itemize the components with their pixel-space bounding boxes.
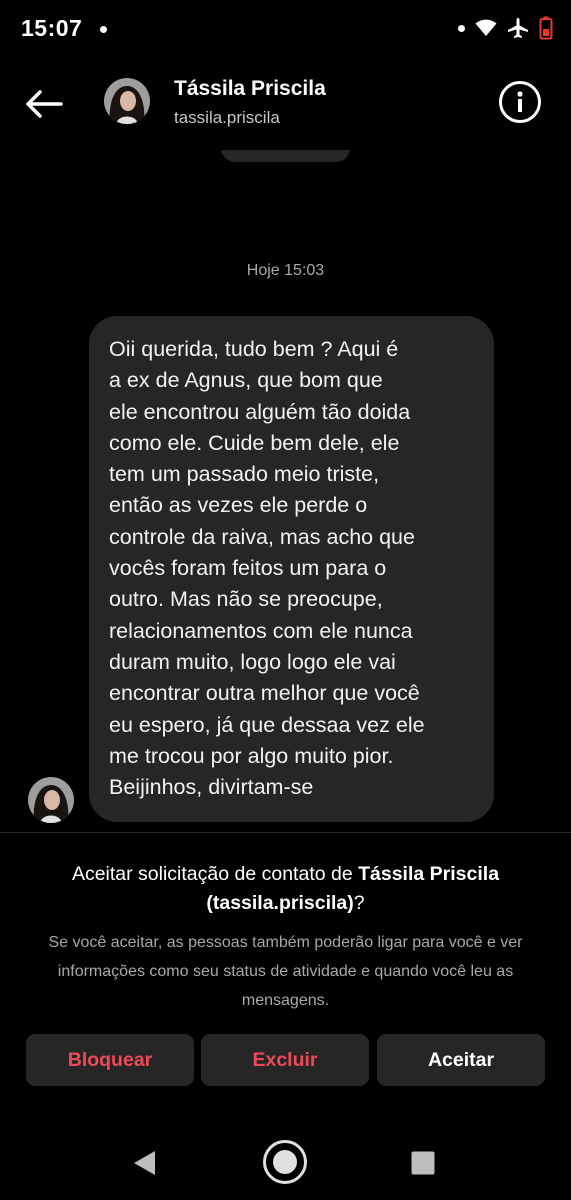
chat-header: Tássila Priscila tassila.priscila xyxy=(0,58,571,150)
notification-dot-icon xyxy=(458,24,465,32)
arrow-left-icon xyxy=(26,90,63,118)
contact-avatar[interactable] xyxy=(104,78,150,124)
request-title-handle: (tassila.priscila) xyxy=(206,892,354,914)
status-icons xyxy=(458,16,553,40)
chat-screen: 15:07 Tássila Priscila tassila.priscila … xyxy=(0,0,571,1200)
wifi-icon xyxy=(475,19,497,36)
notification-dot-icon xyxy=(100,26,107,33)
request-description: Se você aceitar, as pessoas também poder… xyxy=(48,934,523,1009)
sender-avatar[interactable] xyxy=(28,777,74,823)
delete-button[interactable]: Excluir xyxy=(201,1034,369,1086)
request-title-name: Tássila Priscila xyxy=(358,863,500,885)
back-button[interactable] xyxy=(22,82,66,126)
info-icon xyxy=(517,91,523,112)
back-triangle-icon[interactable] xyxy=(132,1150,157,1176)
battery-low-icon xyxy=(539,16,553,40)
accept-button[interactable]: Aceitar xyxy=(377,1034,545,1086)
status-time: 15:07 xyxy=(21,15,83,41)
recents-square-icon[interactable] xyxy=(411,1151,435,1175)
info-button[interactable] xyxy=(499,81,541,123)
airplane-icon xyxy=(508,18,528,38)
divider xyxy=(0,832,571,833)
contact-name[interactable]: Tássila Priscila xyxy=(174,77,326,101)
contact-handle: tassila.priscila xyxy=(174,108,280,127)
message-timestamp: Hoje 15:03 xyxy=(246,262,325,279)
status-bar: 15:07 xyxy=(0,0,571,58)
home-circle-icon[interactable] xyxy=(262,1139,308,1185)
message-bubble[interactable]: Oii querida, tudo bem ? Aqui é a ex de A… xyxy=(89,316,494,822)
request-title: Aceitar solicitação de contato de Tássil… xyxy=(71,863,500,914)
navigation-bar xyxy=(0,1120,571,1200)
block-button[interactable]: Bloquear xyxy=(26,1034,194,1086)
message-text: Oii querida, tudo bem ? Aqui é a ex de A… xyxy=(109,337,425,800)
